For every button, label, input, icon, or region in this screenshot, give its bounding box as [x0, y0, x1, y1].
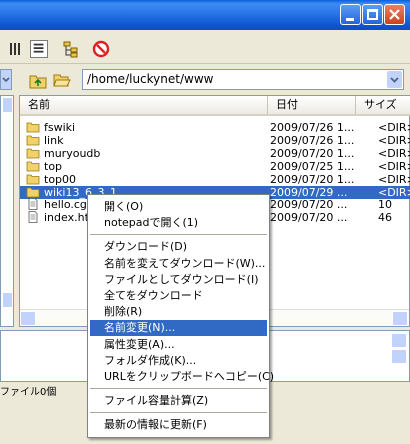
- folder-icon: [26, 148, 40, 159]
- minimize-icon: [346, 18, 354, 21]
- table-row[interactable]: link 2009/07/26 1... <DIR>: [20, 134, 410, 147]
- chevron-down-icon: [2, 77, 10, 83]
- log-scroll-down-button[interactable]: [391, 349, 407, 364]
- file-size: <DIR>: [378, 133, 410, 147]
- menu-item[interactable]: 属性変更(A)...: [90, 337, 267, 353]
- menu-item[interactable]: 最新の情報に更新(F): [90, 417, 267, 433]
- menu-item[interactable]: URLをクリップボードへコピー(C): [90, 369, 274, 385]
- address-bar: /home/luckynet/www: [0, 64, 410, 94]
- file-name: link: [44, 133, 64, 147]
- file-date: 2009/07/20 1...: [270, 172, 355, 186]
- menu-item[interactable]: ダウンロード(D): [90, 239, 267, 255]
- path-dropdown-button[interactable]: [387, 71, 402, 88]
- scroll-right-button[interactable]: [392, 311, 408, 326]
- file-date: 2009/07/26 1...: [270, 133, 355, 147]
- chevron-down-icon: [390, 77, 399, 83]
- table-row[interactable]: top00 2009/07/20 1... <DIR>: [20, 173, 410, 186]
- menu-separator: [90, 388, 267, 390]
- details-view-icon[interactable]: [30, 40, 48, 58]
- table-row[interactable]: top 2009/07/25 1... <DIR>: [20, 160, 410, 173]
- file-date: 2009/07/20 ...: [270, 211, 348, 225]
- column-date-header[interactable]: 日付: [268, 96, 356, 114]
- list-view-icon[interactable]: [8, 40, 26, 58]
- file-size: <DIR>: [378, 159, 410, 173]
- file-size: <DIR>: [378, 185, 410, 199]
- folder-icon: [26, 161, 40, 172]
- file-size: 10: [378, 198, 392, 212]
- folder-icon: [26, 187, 40, 197]
- folder-icon: [26, 135, 40, 146]
- menu-item[interactable]: 全てをダウンロード: [90, 288, 267, 304]
- maximize-button[interactable]: [362, 4, 383, 25]
- menu-item[interactable]: 名前を変えてダウンロード(W)...: [90, 256, 267, 272]
- file-date: 2009/07/26 1...: [270, 121, 355, 134]
- open-folder-icon[interactable]: [53, 72, 71, 88]
- file-icon: [28, 211, 38, 224]
- up-folder-icon[interactable]: [29, 73, 47, 89]
- file-date: 2009/07/20 ...: [270, 198, 348, 212]
- stop-icon[interactable]: [92, 40, 110, 58]
- file-name: top: [44, 159, 63, 173]
- menu-item[interactable]: フォルダ作成(K)...: [90, 353, 267, 369]
- file-date: 2009/07/25 1...: [270, 159, 355, 173]
- column-size-header[interactable]: サイズ: [356, 96, 410, 114]
- file-size: <DIR>: [378, 146, 410, 160]
- scroll-down-button[interactable]: [2, 292, 13, 308]
- list-header: 名前 日付 サイズ: [20, 96, 410, 116]
- column-name-header[interactable]: 名前: [20, 96, 268, 114]
- folder-tree-pane[interactable]: [0, 95, 14, 327]
- toolbar: [0, 30, 410, 64]
- maximize-icon: [367, 9, 378, 20]
- path-input[interactable]: /home/luckynet/www: [82, 69, 404, 90]
- scroll-up-button[interactable]: [2, 97, 13, 113]
- path-text: /home/luckynet/www: [87, 72, 214, 86]
- menu-separator: [90, 412, 267, 414]
- context-menu: 開く(O) notepadで開く(1) ダウンロード(D) 名前を変えてダウンロード(…: [87, 194, 274, 438]
- menu-item[interactable]: ファイルとしてダウンロード(I): [90, 272, 267, 288]
- scroll-left-button[interactable]: [20, 311, 36, 326]
- file-size: <DIR>: [378, 121, 410, 134]
- table-row[interactable]: fswiki 2009/07/26 1... <DIR>: [20, 121, 410, 134]
- menu-item[interactable]: notepadで開く(1): [90, 215, 267, 231]
- menu-separator: [90, 234, 267, 236]
- close-icon: [389, 9, 400, 20]
- menu-item[interactable]: 削除(R): [90, 304, 267, 320]
- tree-icon[interactable]: [62, 40, 80, 58]
- table-row[interactable]: muryoudb 2009/07/20 1... <DIR>: [20, 147, 410, 160]
- menu-item[interactable]: 開く(O): [90, 199, 267, 215]
- menu-item[interactable]: ファイル容量計算(Z): [90, 393, 267, 409]
- file-size: <DIR>: [378, 172, 410, 186]
- file-name: fswiki: [44, 121, 76, 134]
- menu-item[interactable]: 名前変更(N)...: [90, 320, 267, 337]
- left-drive-dropdown[interactable]: [0, 69, 12, 90]
- file-size: 46: [378, 211, 392, 225]
- status-file-count: ファイル0個: [0, 387, 57, 398]
- file-date: 2009/07/20 1...: [270, 146, 355, 160]
- minimize-button[interactable]: [340, 4, 361, 25]
- file-name: muryoudb: [44, 146, 101, 160]
- folder-icon: [26, 174, 40, 184]
- folder-icon: [26, 122, 40, 133]
- title-bar: [0, 0, 410, 30]
- close-button[interactable]: [384, 4, 405, 25]
- log-scroll-up-button[interactable]: [391, 333, 407, 348]
- file-icon: [28, 198, 38, 211]
- file-date: 2009/07/29 ...: [270, 185, 348, 199]
- file-name: top00: [44, 172, 77, 186]
